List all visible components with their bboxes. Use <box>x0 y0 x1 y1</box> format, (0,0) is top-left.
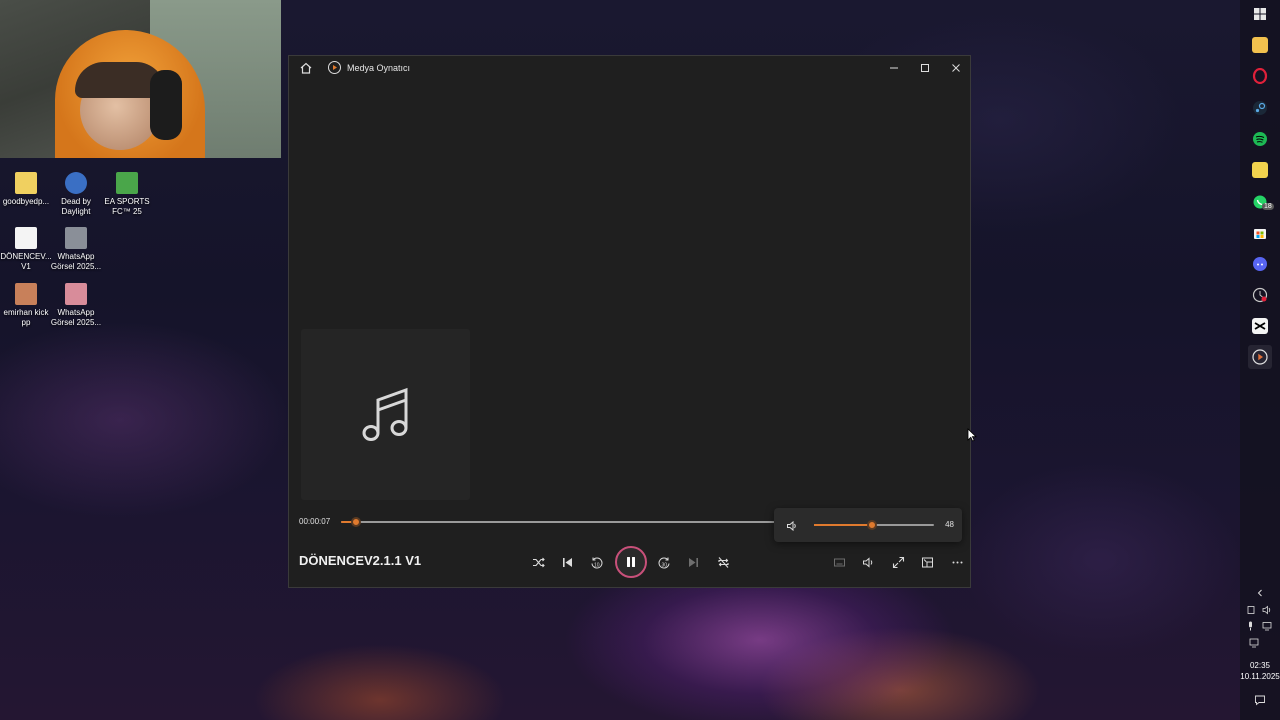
taskbar: 18 02:35 10.11.2025 <box>1240 0 1280 720</box>
webcam-overlay <box>0 0 281 158</box>
desktop-icon-label: WhatsApp Görsel 2025... <box>50 308 102 327</box>
folder-icon <box>15 172 37 194</box>
volume-icon <box>862 556 872 568</box>
fullscreen-button[interactable] <box>887 551 909 573</box>
tray-row-2[interactable] <box>1240 621 1280 633</box>
svg-text:30: 30 <box>661 562 667 568</box>
desktop-icon-goodbyedp[interactable]: goodbyedp... <box>0 172 52 207</box>
clock-date: 10.11.2025 <box>1240 672 1280 681</box>
steam-icon[interactable] <box>1252 100 1268 116</box>
shuffle-icon <box>532 557 545 567</box>
show-hidden-icons-button[interactable] <box>1240 588 1280 600</box>
repeat-button[interactable] <box>712 551 734 573</box>
windows-start-button[interactable] <box>1252 6 1268 22</box>
ea-sports-fc-icon <box>116 172 138 194</box>
minimize-icon <box>890 67 898 69</box>
maximize-button[interactable] <box>910 56 940 80</box>
tray-volume-icon <box>1247 605 1271 615</box>
shuffle-button[interactable] <box>527 551 549 573</box>
next-icon <box>688 557 698 567</box>
music-note-icon <box>362 387 407 441</box>
volume-value: 48 <box>945 520 954 529</box>
close-button[interactable] <box>941 56 971 80</box>
desktop-icon-whatsapp-gorsel-2[interactable]: WhatsApp Görsel 2025... <box>50 283 102 328</box>
minimize-button[interactable] <box>879 56 909 80</box>
file-explorer-icon[interactable] <box>1252 37 1268 53</box>
desktop-icon-label: WhatsApp Görsel 2025... <box>50 252 102 271</box>
rewind-10-icon: 10 <box>591 557 602 569</box>
desktop-icon-label: DÖNENCEV... V1 <box>0 252 52 271</box>
track-title: DÖNENCEV2.1.1 V1 <box>299 553 422 568</box>
tray-display-icon <box>1249 638 1259 648</box>
more-options-button[interactable] <box>946 551 968 573</box>
subtitles-button[interactable] <box>828 551 850 573</box>
seek-thumb[interactable] <box>351 517 362 527</box>
previous-icon <box>562 557 572 567</box>
close-icon <box>952 64 960 72</box>
repeat-off-icon <box>717 556 729 568</box>
desktop-icon-label: emirhan kick pp <box>3 308 49 327</box>
desktop-icon-emirhan-kick-pp[interactable]: emirhan kick pp <box>0 283 52 328</box>
desktop-icon-label: Dead by Daylight <box>61 197 91 216</box>
pause-button[interactable] <box>615 546 647 578</box>
more-icon <box>952 561 962 563</box>
seek-bar[interactable] <box>341 517 777 527</box>
miniplayer-button[interactable] <box>916 551 938 573</box>
volume-icon[interactable] <box>786 519 798 532</box>
windows-start-icon <box>1254 8 1266 20</box>
dead-by-daylight-icon <box>65 172 87 194</box>
volume-thumb[interactable] <box>866 520 877 530</box>
tray-network-icon <box>1249 621 1272 631</box>
spotify-icon[interactable] <box>1252 131 1268 147</box>
rewind-button[interactable]: 10 <box>585 551 607 573</box>
next-button[interactable] <box>682 551 704 573</box>
elapsed-time: 00:00:07 <box>299 517 331 526</box>
volume-flyout: 48 <box>774 508 962 542</box>
audio-file-icon <box>15 227 37 249</box>
svg-text:10: 10 <box>594 562 600 568</box>
desktop-icon-label: goodbyedp... <box>2 197 50 206</box>
tray-row-1[interactable] <box>1240 605 1280 617</box>
home-icon[interactable] <box>299 61 313 75</box>
discord-icon[interactable] <box>1252 256 1268 272</box>
pause-icon <box>627 557 635 567</box>
capcut-icon[interactable] <box>1252 318 1268 334</box>
maximize-icon <box>921 64 929 72</box>
desktop-icon-donencev[interactable]: DÖNENCEV... V1 <box>0 227 52 272</box>
desktop-icon-dead-by-daylight[interactable]: Dead by Daylight <box>50 172 102 217</box>
forward-button[interactable]: 30 <box>653 551 675 573</box>
album-art <box>301 329 470 500</box>
fullscreen-icon <box>892 556 904 568</box>
mouse-cursor-icon <box>967 428 977 442</box>
opera-icon[interactable] <box>1252 67 1268 85</box>
previous-button[interactable] <box>556 551 578 573</box>
tray-row-3[interactable] <box>1240 638 1280 650</box>
volume-button[interactable] <box>857 551 879 573</box>
image-file-icon <box>15 283 37 305</box>
volume-slider[interactable] <box>814 520 934 530</box>
chevron-left-icon <box>1257 589 1262 597</box>
whatsapp-badge: 18 <box>1262 203 1274 210</box>
taskbar-clock[interactable]: 02:35 10.11.2025 <box>1240 660 1280 682</box>
media-player-taskbar-icon[interactable] <box>1248 345 1272 369</box>
media-player-icon <box>328 61 341 74</box>
notification-icon <box>1255 695 1265 706</box>
clock-time: 02:35 <box>1249 661 1271 670</box>
title-bar[interactable]: Medya Oynatıcı <box>289 56 970 80</box>
forward-30-icon: 30 <box>658 557 669 569</box>
desktop-icon-label: EA SPORTS FC™ 25 <box>104 197 150 216</box>
image-file-icon <box>65 227 87 249</box>
desktop-icon-whatsapp-gorsel-1[interactable]: WhatsApp Görsel 2025... <box>50 227 102 272</box>
window-title: Medya Oynatıcı <box>347 63 411 73</box>
image-file-icon <box>65 283 87 305</box>
media-player-window: Medya Oynatıcı 00:00:07 48 DÖNENCEV2.1.1… <box>288 55 971 588</box>
desktop-icon-ea-sports-fc[interactable]: EA SPORTS FC™ 25 <box>101 172 153 217</box>
microsoft-store-icon[interactable] <box>1252 225 1268 241</box>
notification-button[interactable] <box>1240 694 1280 708</box>
clock-app-icon[interactable] <box>1252 287 1268 303</box>
miniplayer-icon <box>921 557 933 567</box>
media-player-icon <box>1252 349 1268 365</box>
notes-icon[interactable] <box>1252 162 1268 178</box>
subtitles-icon <box>833 558 845 566</box>
